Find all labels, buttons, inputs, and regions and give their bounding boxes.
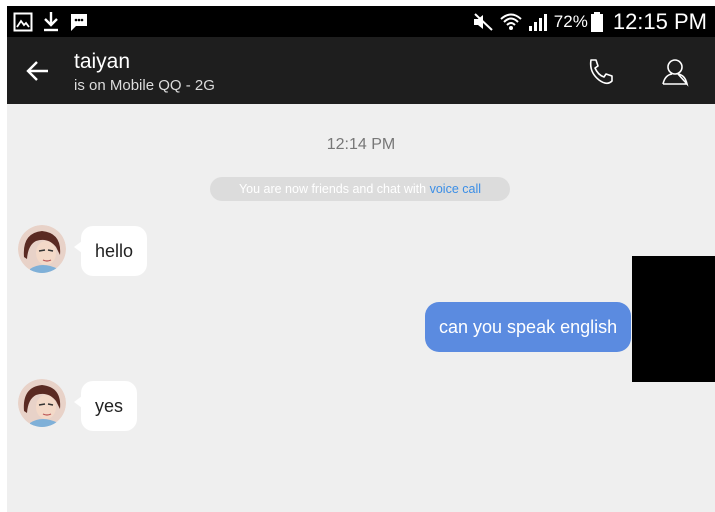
contact-name: taiyan — [74, 50, 131, 73]
chat-timestamp: 12:14 PM — [326, 136, 396, 153]
chat-screen: 72% 12:15 PM taiyan is on Mobile QQ - 2G… — [7, 6, 715, 512]
incoming-message[interactable]: hello — [73, 226, 148, 276]
contact-avatar[interactable] — [18, 225, 66, 273]
signal-icon — [528, 13, 548, 31]
chat-header: taiyan is on Mobile QQ - 2G — [7, 37, 715, 104]
wifi-icon — [500, 12, 522, 32]
system-indicators: 72% 12:15 PM — [472, 6, 707, 37]
contact-avatar[interactable] — [18, 379, 66, 427]
incoming-message[interactable]: yes — [73, 381, 138, 431]
status-time: 12:15 PM — [612, 8, 707, 34]
redaction-block — [632, 256, 715, 382]
outgoing-message[interactable]: can you speak english — [425, 302, 632, 352]
back-arrow-icon[interactable] — [23, 56, 53, 86]
gallery-icon — [13, 12, 33, 32]
status-bar: 72% 12:15 PM — [7, 6, 715, 37]
profile-icon[interactable] — [658, 55, 692, 89]
phone-icon[interactable] — [583, 55, 617, 89]
download-icon — [42, 11, 60, 33]
contact-status: is on Mobile QQ - 2G — [74, 77, 215, 94]
battery-percent: 72% — [553, 11, 588, 31]
notice-text: You are now friends and chat with — [238, 182, 427, 196]
system-notice: You are now friends and chat with voice … — [210, 177, 510, 201]
notification-icons — [13, 10, 98, 34]
voice-call-link[interactable]: voice call — [430, 182, 481, 196]
message-icon — [69, 12, 89, 32]
battery-icon — [590, 11, 603, 32]
mute-icon — [472, 12, 494, 31]
